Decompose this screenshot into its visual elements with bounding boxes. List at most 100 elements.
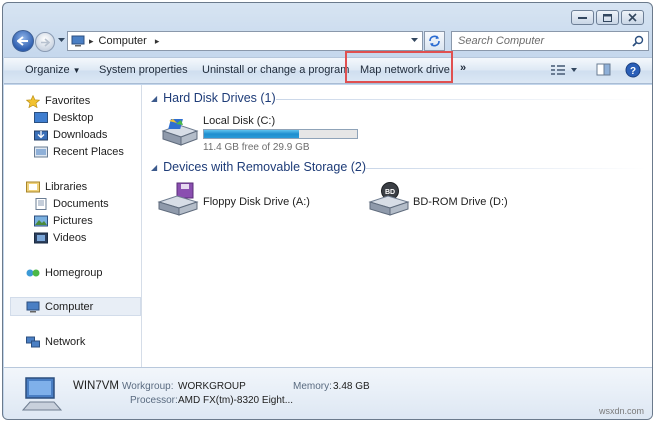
nav-label: Computer (45, 301, 94, 313)
annotation-highlight-box (345, 51, 453, 83)
organize-label: Organize (25, 64, 70, 76)
collapse-triangle-icon: ◢ (151, 162, 158, 172)
nav-label: Downloads (53, 129, 108, 141)
memory-value: 3.48 GB (333, 381, 370, 392)
nav-label: Network (45, 336, 86, 348)
nav-item-computer[interactable]: Computer (25, 300, 93, 314)
maximize-button[interactable] (596, 10, 619, 25)
recent-pages-dropdown-icon[interactable] (58, 38, 65, 43)
drive-name: Local Disk (C:) (203, 115, 276, 127)
nav-item-downloads[interactable]: Downloads (33, 128, 107, 142)
nav-item-network[interactable]: Network (25, 335, 85, 349)
recent-places-icon (33, 145, 49, 159)
nav-item-pictures[interactable]: Pictures (33, 214, 93, 228)
group-divider (365, 168, 646, 169)
nav-item-favorites[interactable]: Favorites (25, 94, 90, 108)
nav-item-libraries[interactable]: Libraries (25, 180, 87, 194)
workgroup-label: Workgroup: (122, 381, 174, 392)
desktop-icon (33, 111, 49, 125)
group-header-hard-disk[interactable]: ◢ Hard Disk Drives (1) (151, 91, 276, 105)
help-icon: ? (625, 62, 641, 78)
navigation-pane: Favorites Desktop Downloads Recent Place… (4, 85, 142, 367)
refresh-button[interactable] (424, 31, 445, 51)
maximize-icon (603, 13, 612, 22)
breadcrumb-arrow[interactable]: ▸ (155, 36, 160, 47)
network-icon (25, 335, 41, 349)
hard-drive-icon (161, 119, 199, 146)
help-button[interactable]: ? (625, 62, 641, 81)
search-box[interactable] (451, 31, 649, 51)
close-button[interactable] (621, 10, 644, 25)
content-area: Favorites Desktop Downloads Recent Place… (4, 85, 652, 367)
drive-usage-fill (204, 130, 299, 138)
svg-text:BD: BD (385, 189, 395, 196)
uninstall-program-button[interactable]: Uninstall or change a program (202, 64, 349, 76)
nav-label: Libraries (45, 181, 88, 193)
breadcrumb-separator[interactable]: ▸ (89, 36, 94, 47)
computer-name: WIN7VM (73, 380, 119, 392)
change-view-button[interactable] (550, 63, 578, 80)
collapse-triangle-icon: ◢ (151, 93, 158, 103)
chevron-down-icon: ▼ (72, 66, 81, 75)
more-commands-button[interactable]: » (460, 62, 466, 74)
group-title: Hard Disk Drives (1) (163, 91, 276, 105)
explorer-window: ▸ Computer ▸ Organize▼ System properties… (2, 2, 653, 420)
nav-label: Favorites (45, 95, 91, 107)
address-row: ▸ Computer ▸ (3, 30, 652, 56)
minimize-button[interactable] (571, 10, 594, 25)
drive-usage-bar (203, 129, 358, 139)
memory-label: Memory: (293, 381, 332, 392)
nav-item-documents[interactable]: Documents (33, 197, 109, 211)
computer-large-icon (22, 377, 62, 411)
nav-label: Desktop (53, 112, 94, 124)
group-header-removable[interactable]: ◢ Devices with Removable Storage (2) (151, 160, 366, 174)
libraries-icon (25, 180, 41, 194)
group-divider (276, 99, 646, 100)
drive-bd-rom[interactable]: BD BD-ROM Drive (D:) (368, 182, 518, 218)
nav-item-homegroup[interactable]: Homegroup (25, 266, 102, 280)
close-icon (628, 13, 637, 22)
command-bar: Organize ▼ System properties Uninstall or… (4, 57, 652, 84)
address-bar[interactable]: ▸ Computer ▸ (67, 31, 423, 51)
forward-arrow-icon (41, 37, 50, 47)
processor-value: AMD FX(tm)-8320 Eight... (178, 395, 294, 406)
nav-label: Pictures (53, 215, 93, 227)
drive-name: BD-ROM Drive (D:) (413, 196, 508, 208)
computer-icon (71, 35, 85, 47)
group-title: Devices with Removable Storage (2) (163, 160, 367, 174)
refresh-icon (429, 35, 440, 47)
preview-pane-button[interactable] (596, 63, 612, 80)
details-pane: WIN7VM Workgroup: WORKGROUP Memory: 3.48… (4, 367, 652, 419)
nav-item-videos[interactable]: Videos (33, 231, 86, 245)
search-input[interactable] (458, 35, 628, 47)
nav-label: Documents (53, 198, 109, 210)
nav-label: Homegroup (45, 267, 103, 279)
drive-local-disk[interactable]: Local Disk (C:) 11.4 GB free of 29.9 GB (159, 115, 369, 155)
drive-free-space: 11.4 GB free of 29.9 GB (203, 142, 310, 153)
documents-icon (33, 197, 49, 211)
back-button[interactable] (12, 30, 34, 52)
organize-menu[interactable]: Organize ▼ (25, 64, 81, 76)
star-icon (25, 94, 41, 108)
nav-item-desktop[interactable]: Desktop (33, 111, 93, 125)
workgroup-value: WORKGROUP (178, 381, 246, 392)
preview-pane-icon (596, 63, 611, 76)
main-pane: ◢ Hard Disk Drives (1) Local Disk (C:) 1… (143, 85, 652, 367)
nav-item-recent-places[interactable]: Recent Places (33, 145, 124, 159)
drive-floppy[interactable]: Floppy Disk Drive (A:) (157, 182, 327, 218)
drive-name: Floppy Disk Drive (A:) (203, 196, 310, 208)
downloads-icon (33, 128, 49, 142)
back-arrow-icon (17, 36, 28, 46)
breadcrumb-computer[interactable]: Computer (99, 35, 147, 47)
forward-button[interactable] (35, 32, 55, 52)
system-properties-button[interactable]: System properties (99, 64, 188, 76)
processor-label: Processor: (130, 395, 178, 406)
address-dropdown-icon[interactable] (411, 38, 418, 43)
homegroup-icon (25, 266, 41, 280)
nav-label: Videos (53, 232, 87, 244)
view-options-icon (551, 65, 577, 75)
videos-icon (33, 231, 49, 245)
search-icon[interactable] (632, 35, 644, 47)
nav-label: Recent Places (53, 146, 124, 158)
caption-buttons (571, 10, 644, 25)
